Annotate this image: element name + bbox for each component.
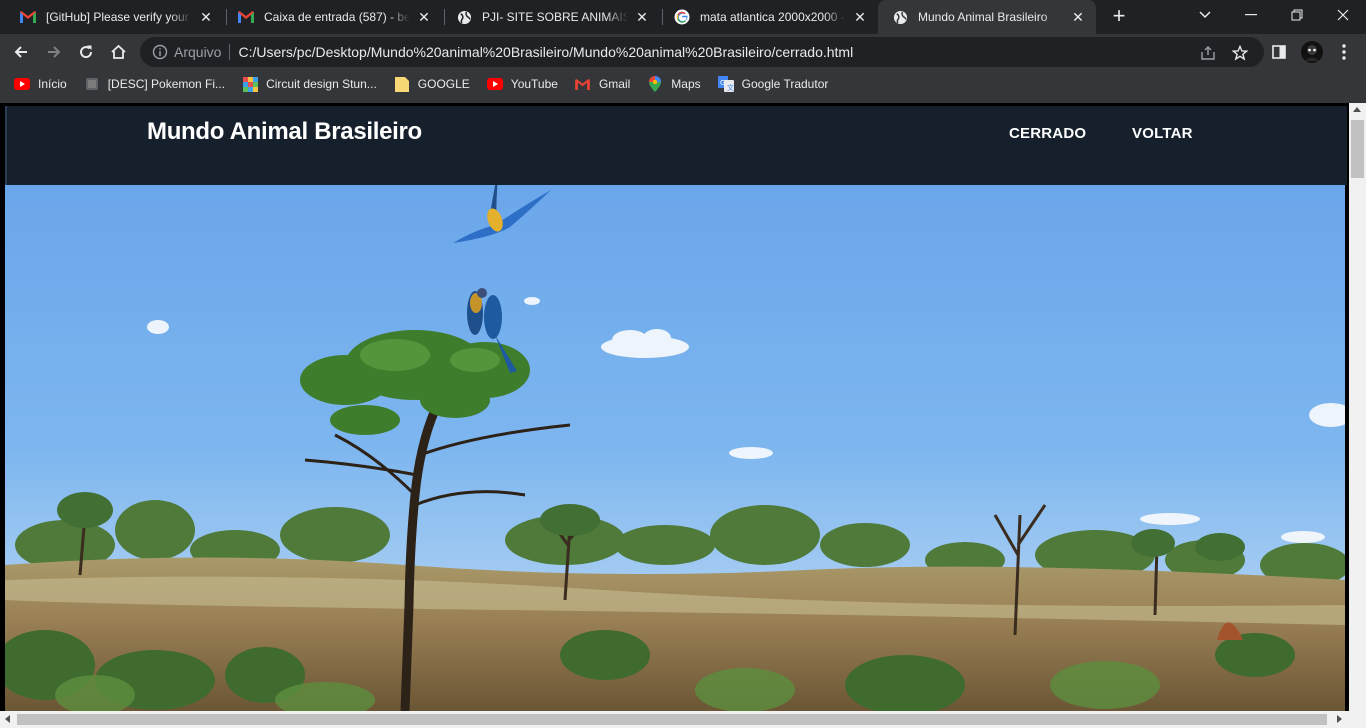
folder-icon <box>394 76 410 92</box>
tinkercad-icon <box>242 76 258 92</box>
close-window-icon[interactable] <box>1320 0 1366 30</box>
tab-mata-atlantica[interactable]: mata atlantica 2000x2000 - P ✕ <box>660 0 878 34</box>
tab-title: Caixa de entrada (587) - benj <box>264 10 410 24</box>
side-panel-icon[interactable] <box>1265 38 1293 66</box>
bookmarks-bar: Início [DESC] Pokemon Fi... Circuit desi… <box>0 70 1366 98</box>
nav-voltar-link[interactable]: VOLTAR <box>1132 125 1193 142</box>
tab-pji-site[interactable]: PJI- SITE SOBRE ANIMAIS-20 ✕ <box>442 0 660 34</box>
gmail-icon <box>20 9 36 25</box>
bookmark-gmail[interactable]: Gmail <box>575 76 630 92</box>
back-arrow-icon[interactable] <box>7 38 35 66</box>
scroll-up-icon[interactable] <box>1353 107 1361 112</box>
bookmark-label: Google Tradutor <box>741 77 829 91</box>
bookmark-label: GOOGLE <box>417 77 470 91</box>
minimize-icon[interactable] <box>1228 0 1274 30</box>
bookmark-youtube[interactable]: YouTube <box>486 76 558 92</box>
bookmark-pokemon[interactable]: [DESC] Pokemon Fi... <box>84 76 225 92</box>
youtube-icon <box>486 76 503 92</box>
svg-text:G: G <box>720 79 725 87</box>
scrollbar-thumb[interactable] <box>17 714 1327 725</box>
youtube-icon <box>14 76 30 92</box>
svg-text:文: 文 <box>727 83 734 92</box>
bookmark-label: YouTube <box>510 77 558 91</box>
page-viewport: Mundo Animal Brasileiro CERRADO VOLTAR <box>0 103 1349 711</box>
home-icon[interactable] <box>104 38 132 66</box>
close-icon[interactable]: ✕ <box>852 9 868 25</box>
gmail-icon <box>575 76 591 92</box>
site-brand[interactable]: Mundo Animal Brasileiro <box>147 118 422 146</box>
menu-dots-icon[interactable] <box>1330 38 1358 66</box>
info-icon[interactable] <box>152 44 168 60</box>
close-icon[interactable]: ✕ <box>416 9 432 25</box>
scroll-right-icon[interactable] <box>1337 715 1342 723</box>
bookmark-maps[interactable]: Maps <box>647 76 701 92</box>
tab-title: [GitHub] Please verify your de <box>46 10 192 24</box>
tab-title: mata atlantica 2000x2000 - P <box>700 10 846 24</box>
address-bar[interactable]: Arquivo C:/Users/pc/Desktop/Mundo%20anim… <box>140 37 1264 67</box>
scroll-left-icon[interactable] <box>5 715 10 723</box>
bookmark-label: Circuit design Stun... <box>266 77 377 91</box>
bookmark-label: Início <box>38 77 67 91</box>
url-text[interactable]: C:/Users/pc/Desktop/Mundo%20animal%20Bra… <box>238 44 853 60</box>
gmail-icon <box>238 9 254 25</box>
bookmark-star-icon[interactable] <box>1231 44 1249 62</box>
browser-toolbar: Arquivo C:/Users/pc/Desktop/Mundo%20anim… <box>0 34 1366 70</box>
reload-icon[interactable] <box>72 38 100 66</box>
globe-icon <box>456 9 472 25</box>
globe-icon <box>892 9 908 25</box>
scrollbar-thumb[interactable] <box>1351 120 1364 178</box>
bookmark-label: [DESC] Pokemon Fi... <box>107 77 226 91</box>
horizontal-scrollbar[interactable] <box>0 711 1366 728</box>
tab-title: PJI- SITE SOBRE ANIMAIS-20 <box>482 10 628 24</box>
page-icon <box>84 76 100 92</box>
forward-arrow-icon[interactable] <box>40 38 68 66</box>
address-divider <box>229 44 231 60</box>
translate-icon: G文 <box>717 76 734 92</box>
close-icon[interactable]: ✕ <box>634 9 650 25</box>
close-icon[interactable]: ✕ <box>198 9 214 25</box>
restore-icon[interactable] <box>1274 0 1320 30</box>
tab-search-icon[interactable] <box>1182 0 1228 30</box>
avatar[interactable] <box>1298 38 1326 66</box>
new-tab-button[interactable]: + <box>1107 5 1131 29</box>
vertical-scrollbar[interactable] <box>1349 103 1366 711</box>
bookmark-circuit-design[interactable]: Circuit design Stun... <box>242 76 377 92</box>
maps-icon <box>647 76 663 92</box>
close-icon[interactable]: ✕ <box>1070 9 1086 25</box>
bookmark-label: Gmail <box>598 77 631 91</box>
tab-caixa-entrada[interactable]: Caixa de entrada (587) - benj ✕ <box>224 0 442 34</box>
tab-github-verify[interactable]: [GitHub] Please verify your de ✕ <box>6 0 224 34</box>
google-icon <box>674 9 690 25</box>
tab-mundo-animal[interactable]: Mundo Animal Brasileiro ✕ <box>878 0 1096 34</box>
scheme-label: Arquivo <box>174 44 222 60</box>
nav-cerrado-link[interactable]: CERRADO <box>1009 125 1086 142</box>
bookmark-google-folder[interactable]: GOOGLE <box>394 76 470 92</box>
site-header: Mundo Animal Brasileiro CERRADO VOLTAR <box>5 106 1347 185</box>
share-icon[interactable] <box>1199 44 1217 62</box>
bookmark-inicio[interactable]: Início <box>14 76 67 92</box>
tab-title: Mundo Animal Brasileiro <box>918 10 1048 24</box>
hero-image-cerrado <box>5 185 1345 711</box>
bookmark-google-tradutor[interactable]: G文 Google Tradutor <box>717 76 829 92</box>
tab-strip: [GitHub] Please verify your de ✕ Caixa d… <box>0 0 1366 34</box>
bookmark-label: Maps <box>671 77 701 91</box>
